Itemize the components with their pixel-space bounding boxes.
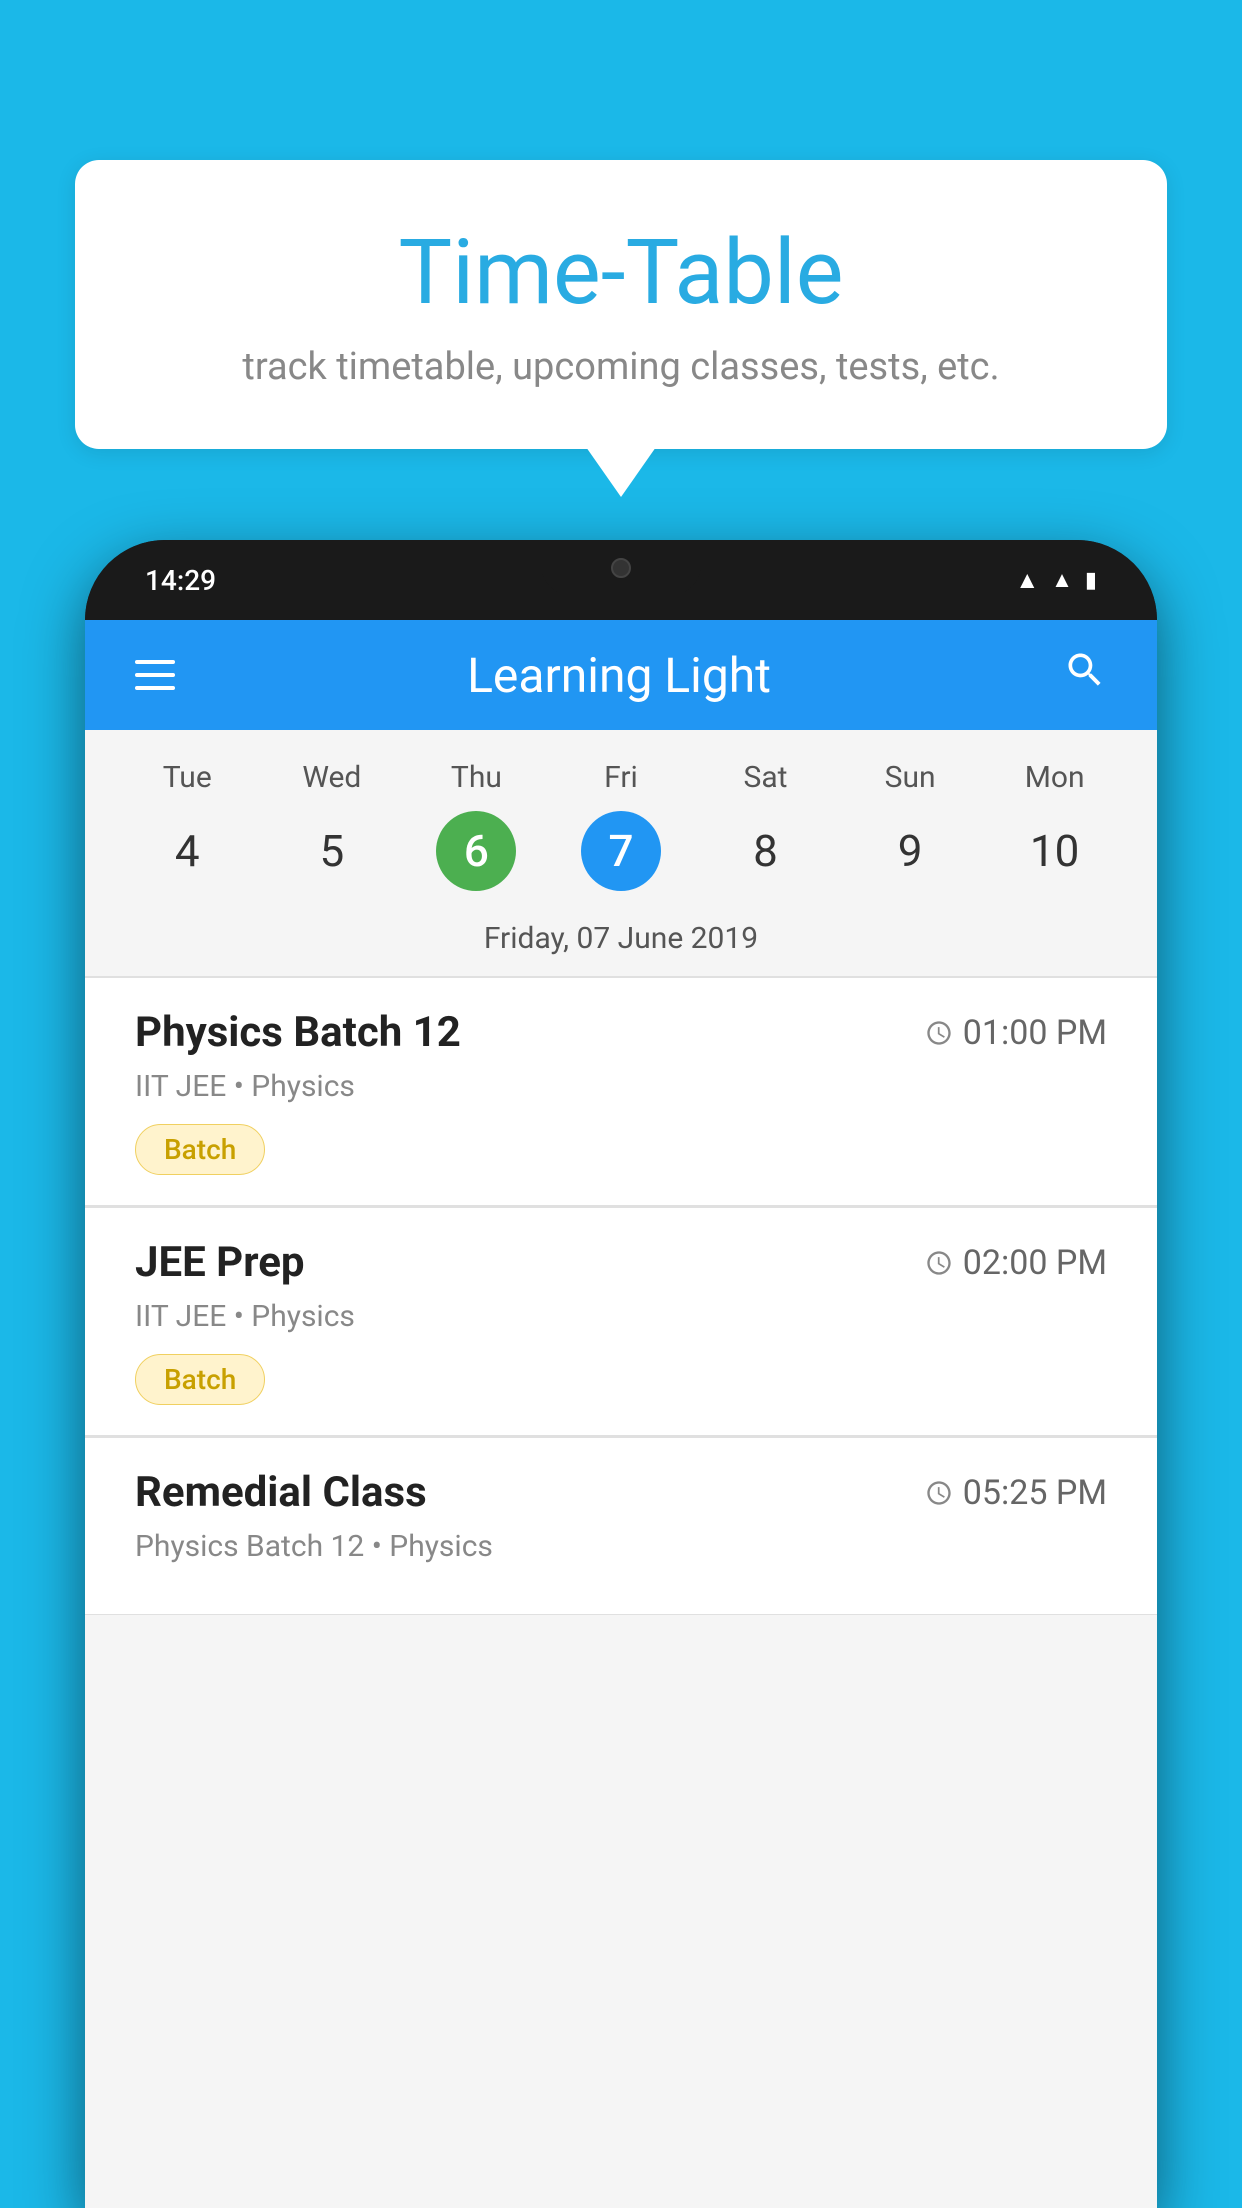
day-number: 4	[147, 811, 227, 891]
schedule-title: Remedial Class	[135, 1468, 427, 1517]
schedule-item-header: Remedial Class 05:25 PM	[135, 1468, 1107, 1517]
schedule-subtitle: Physics Batch 12 • Physics	[135, 1529, 1107, 1564]
hamburger-line-3	[135, 686, 175, 690]
day-name: Mon	[1025, 760, 1085, 795]
app-header: Learning Light	[85, 620, 1157, 730]
schedule-list: Physics Batch 12 01:00 PM IIT JEE • Physic…	[85, 978, 1157, 1615]
day-col-thu[interactable]: Thu 6	[411, 760, 541, 891]
status-icons: ▲ ▲ ▮	[1015, 566, 1097, 595]
day-col-sat[interactable]: Sat 8	[701, 760, 831, 891]
speech-bubble-subtitle: track timetable, upcoming classes, tests…	[155, 345, 1087, 389]
day-number: 8	[726, 811, 806, 891]
batch-badge: Batch	[135, 1354, 265, 1405]
page-background: Time-Table track timetable, upcoming cla…	[0, 0, 1242, 2208]
signal-icon: ▲	[1051, 567, 1073, 593]
day-col-tue[interactable]: Tue 4	[122, 760, 252, 891]
day-name: Wed	[302, 760, 361, 795]
menu-button[interactable]	[135, 660, 175, 690]
schedule-time: 05:25 PM	[925, 1473, 1107, 1513]
day-col-sun[interactable]: Sun 9	[845, 760, 975, 891]
day-number: 5	[292, 811, 372, 891]
clock-icon	[925, 1249, 953, 1277]
batch-badge: Batch	[135, 1124, 265, 1175]
day-name: Sun	[885, 760, 936, 795]
battery-icon: ▮	[1085, 568, 1097, 593]
days-row: Tue 4 Wed 5 Thu 6 Fri 7 Sat 8 Sun 9 Mon 10	[115, 760, 1127, 891]
selected-date-label: Friday, 07 June 2019	[115, 901, 1127, 976]
day-name: Tue	[163, 760, 212, 795]
status-bar: 14:29 ▲ ▲ ▮	[85, 540, 1157, 620]
day-number: 6	[436, 811, 516, 891]
speech-bubble: Time-Table track timetable, upcoming cla…	[75, 160, 1167, 449]
hamburger-line-2	[135, 673, 175, 677]
day-name: Thu	[451, 760, 502, 795]
day-col-fri[interactable]: Fri 7	[556, 760, 686, 891]
schedule-item[interactable]: Remedial Class 05:25 PM Physics Batch 12 •…	[85, 1438, 1157, 1615]
phone-notch	[541, 540, 701, 595]
schedule-item[interactable]: JEE Prep 02:00 PM IIT JEE • Physics Batch	[85, 1208, 1157, 1436]
day-number: 7	[581, 811, 661, 891]
speech-bubble-title: Time-Table	[155, 220, 1087, 325]
day-number: 9	[870, 811, 950, 891]
day-number: 10	[1015, 811, 1095, 891]
schedule-title: JEE Prep	[135, 1238, 305, 1287]
phone-mockup: 14:29 ▲ ▲ ▮ Learning Li	[85, 540, 1157, 2208]
phone-camera	[611, 558, 631, 578]
app-title: Learning Light	[467, 647, 771, 704]
schedule-title: Physics Batch 12	[135, 1008, 461, 1057]
wifi-icon: ▲	[1015, 566, 1039, 595]
schedule-item-header: JEE Prep 02:00 PM	[135, 1238, 1107, 1287]
clock-icon	[925, 1479, 953, 1507]
speech-bubble-arrow	[586, 447, 656, 497]
hamburger-line-1	[135, 660, 175, 664]
search-icon[interactable]	[1063, 648, 1107, 703]
day-col-mon[interactable]: Mon 10	[990, 760, 1120, 891]
calendar-strip: Tue 4 Wed 5 Thu 6 Fri 7 Sat 8 Sun 9 Mon 10 Friday, 07…	[85, 730, 1157, 976]
day-col-wed[interactable]: Wed 5	[267, 760, 397, 891]
schedule-item-header: Physics Batch 12 01:00 PM	[135, 1008, 1107, 1057]
schedule-item[interactable]: Physics Batch 12 01:00 PM IIT JEE • Physic…	[85, 978, 1157, 1206]
schedule-subtitle: IIT JEE • Physics	[135, 1069, 1107, 1104]
status-time: 14:29	[145, 564, 216, 597]
schedule-time: 02:00 PM	[925, 1243, 1107, 1283]
clock-icon	[925, 1019, 953, 1047]
day-name: Sat	[744, 760, 788, 795]
app-screen: Learning Light Tue4Wed5Thu6Fri7Sat8Sun9M…	[85, 620, 1157, 2208]
speech-bubble-container: Time-Table track timetable, upcoming cla…	[75, 160, 1167, 497]
schedule-subtitle: IIT JEE • Physics	[135, 1299, 1107, 1334]
schedule-time: 01:00 PM	[925, 1013, 1107, 1053]
day-name: Fri	[604, 760, 638, 795]
